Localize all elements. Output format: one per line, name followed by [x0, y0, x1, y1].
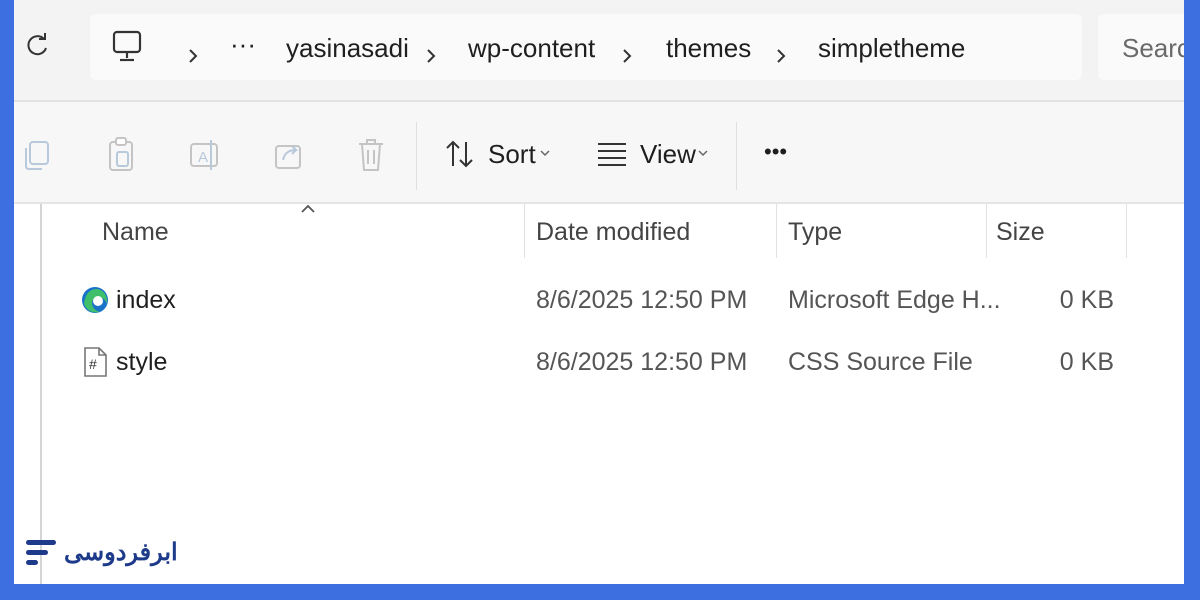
- file-date-modified: 8/6/2025 12:50 PM: [536, 348, 748, 376]
- file-date-modified: 8/6/2025 12:50 PM: [536, 286, 748, 314]
- breadcrumb-item[interactable]: wp-content: [468, 34, 595, 62]
- column-header-date-modified[interactable]: Date modified: [536, 218, 690, 246]
- refresh-icon[interactable]: [24, 30, 50, 60]
- sort-arrows-icon: [446, 140, 473, 168]
- chevron-down-icon: [540, 150, 550, 157]
- file-explorer-window: ··· yasinasadi wp-content themes simplet…: [14, 0, 1184, 584]
- file-type: Microsoft Edge H...: [788, 286, 1001, 314]
- watermark-logo: ابرفردوسی: [24, 534, 178, 574]
- sort-button[interactable]: Sort: [444, 132, 554, 176]
- column-header-size[interactable]: Size: [996, 218, 1045, 246]
- copy-icon[interactable]: [20, 136, 54, 174]
- breadcrumb-overflow[interactable]: ···: [230, 30, 256, 58]
- file-row[interactable]: index 8/6/2025 12:50 PM Microsoft Edge H…: [74, 276, 1154, 326]
- logo-mark-icon: [26, 540, 56, 565]
- delete-icon[interactable]: [354, 136, 388, 174]
- search-placeholder: Search: [1122, 33, 1184, 63]
- column-divider[interactable]: [1126, 204, 1127, 258]
- view-label: View: [640, 139, 696, 169]
- sort-ascending-caret-icon: [301, 204, 315, 213]
- paste-icon[interactable]: [104, 136, 138, 174]
- column-divider[interactable]: [524, 204, 525, 258]
- chevron-right-icon: [427, 49, 436, 63]
- address-bar-area: ··· yasinasadi wp-content themes simplet…: [14, 0, 1184, 102]
- file-size: 0 KB: [1059, 348, 1114, 376]
- column-header-name[interactable]: Name: [102, 218, 169, 246]
- file-name[interactable]: style: [116, 348, 167, 376]
- more-options-button[interactable]: •••: [762, 132, 802, 176]
- file-list: Name Date modified Type Size index 8/6/2…: [14, 204, 1184, 584]
- watermark-text: ابرفردوسی: [64, 539, 178, 566]
- column-divider[interactable]: [776, 204, 777, 258]
- share-icon[interactable]: [272, 136, 306, 174]
- address-bar[interactable]: ··· yasinasadi wp-content themes simplet…: [90, 14, 1082, 80]
- css-file-icon: #: [84, 347, 107, 377]
- more-options-icon: •••: [764, 139, 788, 164]
- svg-text:#: #: [89, 356, 97, 372]
- command-bar: A Sort View •••: [14, 102, 1184, 204]
- this-pc-icon[interactable]: [112, 30, 142, 64]
- breadcrumb-item[interactable]: yasinasadi: [286, 34, 409, 62]
- chevron-right-icon: [189, 49, 198, 63]
- edge-html-icon: [82, 287, 108, 313]
- file-name[interactable]: index: [116, 286, 176, 314]
- file-row[interactable]: # style 8/6/2025 12:50 PM CSS Source Fil…: [74, 338, 1154, 388]
- rename-icon[interactable]: A: [188, 136, 222, 174]
- column-divider[interactable]: [986, 204, 987, 258]
- toolbar-divider: [736, 122, 737, 190]
- view-button[interactable]: View: [596, 132, 726, 176]
- toolbar-divider: [416, 122, 417, 190]
- svg-text:A: A: [198, 149, 208, 166]
- search-input[interactable]: Search: [1098, 14, 1184, 80]
- breadcrumb-item[interactable]: themes: [666, 34, 751, 62]
- chevron-right-icon: [777, 49, 786, 63]
- file-size: 0 KB: [1059, 286, 1114, 314]
- chevron-down-icon: [698, 150, 708, 157]
- chevron-right-icon: [623, 49, 632, 63]
- view-lines-icon: [598, 143, 626, 166]
- sort-label: Sort: [488, 139, 536, 169]
- column-header-type[interactable]: Type: [788, 218, 842, 246]
- breadcrumb-item-current[interactable]: simpletheme: [818, 34, 965, 62]
- navigation-pane-edge: [40, 204, 42, 584]
- file-type: CSS Source File: [788, 348, 973, 376]
